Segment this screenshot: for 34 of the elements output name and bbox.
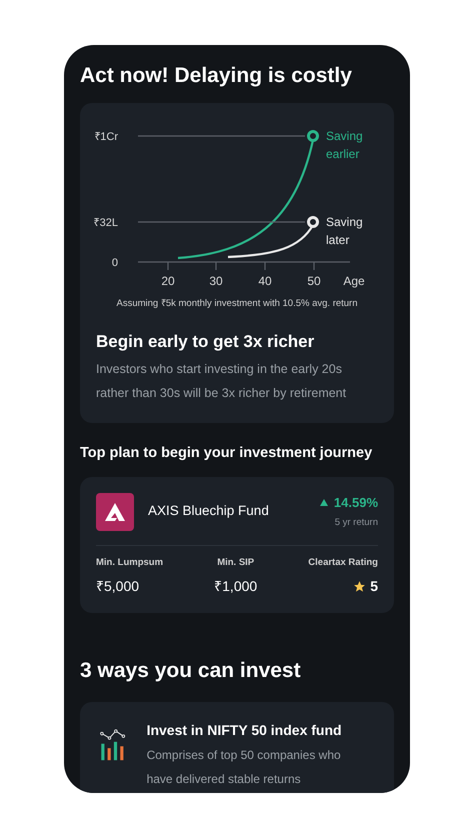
y-axis-label: ₹1Cr bbox=[94, 131, 118, 143]
fund-card[interactable]: AXIS Bluechip Fund 14.59% 5 yr return Min. Lumpsum ₹5,000 Min. SIP ₹1,000 Cleartax Rating 5 bbox=[80, 476, 394, 613]
stat-label: Min. SIP bbox=[217, 556, 254, 570]
chart-caption: Assuming ₹5k monthly investment with 10.5% avg. return bbox=[115, 297, 359, 311]
return-label: 5 yr return bbox=[334, 516, 378, 530]
way-description: Comprises of top 50 companies who have delivered stable returns bbox=[146, 747, 342, 788]
x-axis-label: 20 bbox=[161, 274, 175, 288]
card-heading: Begin early to get 3x richer bbox=[95, 331, 316, 354]
card-description: Investors who start investing in the early 20s rather than 30s will be 3x richer by retirement bbox=[95, 360, 348, 402]
x-axis-title: Age bbox=[343, 274, 365, 288]
up-triangle-icon bbox=[320, 498, 328, 506]
series-label: later bbox=[326, 233, 350, 247]
series-label: Saving bbox=[326, 129, 363, 143]
stat-value: ₹1,000 bbox=[214, 576, 258, 596]
x-axis-label: 30 bbox=[209, 274, 223, 288]
series-label: Saving bbox=[326, 215, 363, 229]
fund-name: AXIS Bluechip Fund bbox=[148, 502, 270, 520]
x-axis-label: 40 bbox=[258, 274, 272, 288]
stat-label: Min. Lumpsum bbox=[96, 556, 164, 570]
stat-value: 5 bbox=[370, 576, 378, 596]
series-label: earlier bbox=[326, 147, 360, 161]
y-axis-label: 0 bbox=[112, 257, 118, 269]
page-title: Act now! Delaying is costly bbox=[80, 63, 353, 89]
fund-return: 14.59% bbox=[334, 494, 378, 512]
way-card[interactable]: Invest in NIFTY 50 index fund Comprises of top 50 companies who have delivered stable returns bbox=[80, 702, 394, 793]
stat-label: Cleartax Rating bbox=[308, 556, 378, 570]
way-title: Invest in NIFTY 50 index fund bbox=[146, 721, 343, 740]
x-axis-label: 50 bbox=[307, 274, 321, 288]
stat-value: ₹5,000 bbox=[96, 576, 140, 596]
y-axis-label: ₹32L bbox=[94, 217, 118, 229]
section-heading: Top plan to begin your investment journey bbox=[80, 444, 374, 463]
star-icon bbox=[353, 580, 366, 593]
fund-logo bbox=[96, 492, 134, 530]
section-heading: 3 ways you can invest bbox=[80, 658, 302, 684]
